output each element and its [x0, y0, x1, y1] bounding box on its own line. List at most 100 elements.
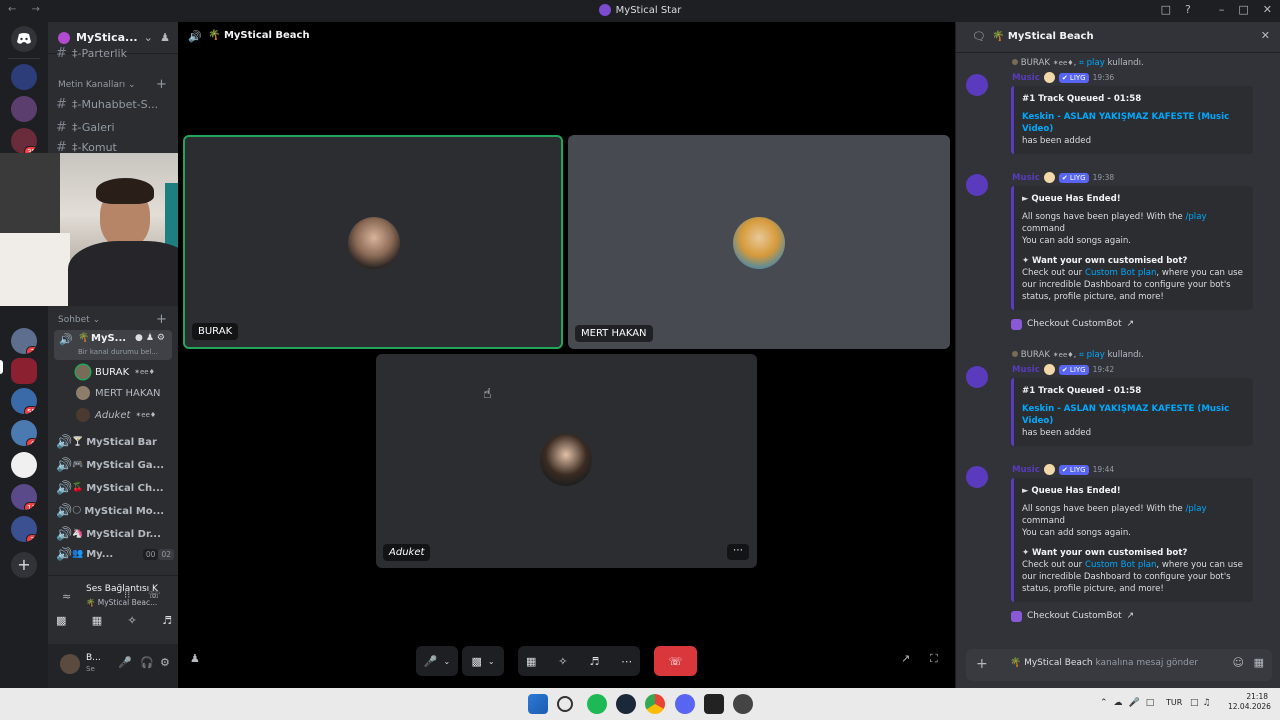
headphones-icon[interactable]: 🎧 [140, 656, 154, 669]
voice-channel-item[interactable]: 🔊 🍸 MyStical Bar [56, 432, 174, 452]
chevron-down-icon[interactable]: ⌄ [488, 657, 495, 666]
leave-call-button[interactable]: ☏ [654, 646, 697, 676]
server-icon[interactable] [11, 452, 37, 478]
channel-actions[interactable]: ●♟⚙ [135, 333, 168, 343]
chevron-down-icon[interactable]: ⌄ [444, 657, 451, 666]
channel-item[interactable]: # ‡-Parterlik [56, 47, 174, 59]
song-link[interactable]: Keskin - ASLAN YAKIŞMAZ KAFESTE (Music V… [1022, 404, 1229, 426]
command-name[interactable]: ⌗ play [1079, 350, 1105, 360]
screen-share-icon[interactable]: ▦ [526, 655, 536, 668]
command-user[interactable]: BURAK [1021, 350, 1050, 360]
microphone-button[interactable]: 🎤 ⌄ [416, 646, 458, 676]
bot-avatar[interactable] [966, 74, 988, 96]
steam-icon[interactable] [616, 694, 636, 714]
soundboard-icon[interactable]: ♬ [589, 655, 599, 668]
microphone-icon[interactable]: 🎤 [118, 656, 132, 669]
command-link[interactable]: /play [1185, 504, 1206, 514]
signal-icon[interactable]: ≈ [62, 590, 71, 603]
channel-item[interactable]: # ‡-Komut [56, 140, 174, 154]
server-icon[interactable]: 4 [11, 420, 37, 446]
server-icon[interactable]: 55 [11, 388, 37, 414]
voice-channel-item[interactable]: 🔊 👥 My... 00 02 [56, 547, 174, 561]
bot-name[interactable]: Music [1012, 173, 1040, 183]
activities-icon[interactable]: ✧ [128, 614, 137, 627]
server-icon[interactable]: 2 [11, 328, 37, 354]
command-user[interactable]: BURAK [1021, 58, 1050, 68]
voice-user-mert[interactable]: MERT HAKAN [76, 383, 161, 403]
category-text[interactable]: Metin Kanalları ⌄ [58, 80, 136, 90]
connection-channel[interactable]: 🌴 MyStical Beac... [86, 598, 157, 607]
voice-user-aduket[interactable]: Aduket ✶ee♦ [76, 405, 156, 425]
command-name[interactable]: ⌗ play [1079, 58, 1105, 68]
custom-bot-link[interactable]: Custom Bot plan [1085, 268, 1156, 278]
voice-channel-item[interactable]: 🔊 🍒 MyStical Ch... [56, 478, 174, 498]
app-icon[interactable] [733, 694, 753, 714]
inbox-icon[interactable]: □ [1161, 3, 1171, 16]
discord-home-icon[interactable] [11, 26, 37, 52]
command-link[interactable]: /play [1185, 212, 1206, 222]
discord-taskbar-icon[interactable] [675, 694, 695, 714]
start-icon[interactable] [528, 694, 548, 714]
close-button[interactable]: ✕ [1263, 3, 1272, 16]
add-channel-icon[interactable]: + [156, 312, 167, 327]
participant-tile[interactable]: BURAK [183, 135, 563, 349]
participant-tile[interactable]: Aduket ⋯ [376, 354, 757, 568]
activities-icon[interactable]: ✧ [558, 655, 567, 668]
tray-icons[interactable]: ⌃☁🎤□ [1100, 698, 1160, 708]
more-icon[interactable]: ⋯ [621, 655, 632, 668]
add-member-icon[interactable]: ♟ [160, 31, 170, 44]
voice-user-burak[interactable]: BURAK ✶ee♦ [76, 362, 155, 382]
custom-bot-link[interactable]: Custom Bot plan [1085, 560, 1156, 570]
server-icon[interactable] [11, 96, 37, 122]
participant-tile[interactable]: MERT HAKAN [568, 135, 950, 349]
voice-channel-item[interactable]: 🔊 🎮 MyStical Ga... [56, 455, 174, 475]
close-chat-button[interactable]: ✕ [1261, 29, 1270, 42]
bot-name[interactable]: Music [1012, 365, 1040, 375]
language-indicator[interactable]: TUR [1166, 698, 1182, 707]
avatar[interactable] [60, 654, 80, 674]
bot-avatar[interactable] [966, 366, 988, 388]
more-options-button[interactable]: ⋯ [727, 544, 749, 560]
server-icon[interactable]: 39 [11, 128, 37, 154]
voice-channel-item[interactable]: 🔊 🌕 MyStical Mo... [56, 501, 174, 521]
invite-icon[interactable]: ♟ [190, 652, 200, 665]
screen-share-icon[interactable]: ▦ [92, 614, 102, 627]
gear-icon[interactable]: ⚙ [160, 656, 170, 669]
fullscreen-icon[interactable]: ⛶ [930, 652, 938, 666]
bot-avatar[interactable] [966, 174, 988, 196]
server-icon[interactable]: 11 [11, 484, 37, 510]
apps-icon[interactable]: ▦ [1254, 656, 1264, 669]
search-icon[interactable] [557, 696, 573, 712]
pop-out-icon[interactable]: ↗ [901, 652, 910, 665]
epic-games-icon[interactable] [704, 694, 724, 714]
emoji-icon[interactable]: ☺ [1233, 656, 1244, 669]
soundboard-icon[interactable]: ♬ [162, 614, 172, 627]
checkout-custombot-button[interactable]: Checkout CustomBot ↗ [1011, 314, 1134, 334]
server-icon[interactable] [11, 64, 37, 90]
category-text[interactable]: Sohbet ⌄ [58, 315, 100, 325]
camera-button[interactable]: ▩ ⌄ [462, 646, 504, 676]
minimize-button[interactable]: – [1219, 3, 1225, 16]
bot-avatar[interactable] [966, 466, 988, 488]
server-icon-active[interactable] [11, 358, 37, 384]
channel-item[interactable]: # ‡-Muhabbet-S... [56, 94, 174, 114]
message-input[interactable]: + 🌴 MyStical Beach kanalına mesaj gönder… [966, 649, 1272, 681]
add-attachment-icon[interactable]: + [976, 656, 988, 672]
voice-channel-item[interactable]: 🔊 🦄 MyStical Dr... [56, 524, 174, 544]
clock[interactable]: 21:18 12.04.2026 [1228, 692, 1271, 712]
bot-name[interactable]: Music [1012, 73, 1040, 83]
tray-icons[interactable]: □♫ [1190, 698, 1215, 708]
disconnect-icon[interactable]: ☏ [148, 590, 161, 601]
help-icon[interactable]: ? [1185, 3, 1191, 16]
add-server-icon[interactable]: + [11, 552, 37, 578]
chrome-icon[interactable] [645, 694, 665, 714]
checkout-custombot-button[interactable]: Checkout CustomBot ↗ [1011, 606, 1134, 626]
add-channel-icon[interactable]: + [156, 77, 167, 92]
channel-item[interactable]: # ‡-Galeri [56, 117, 174, 137]
spotify-icon[interactable] [587, 694, 607, 714]
bot-name[interactable]: Music [1012, 465, 1040, 475]
server-icon[interactable]: 3 [11, 516, 37, 542]
song-link[interactable]: Keskin - ASLAN YAKIŞMAZ KAFESTE (Music V… [1022, 112, 1229, 134]
maximize-button[interactable]: □ [1238, 3, 1248, 16]
camera-off-icon[interactable]: ▩ [56, 614, 66, 627]
